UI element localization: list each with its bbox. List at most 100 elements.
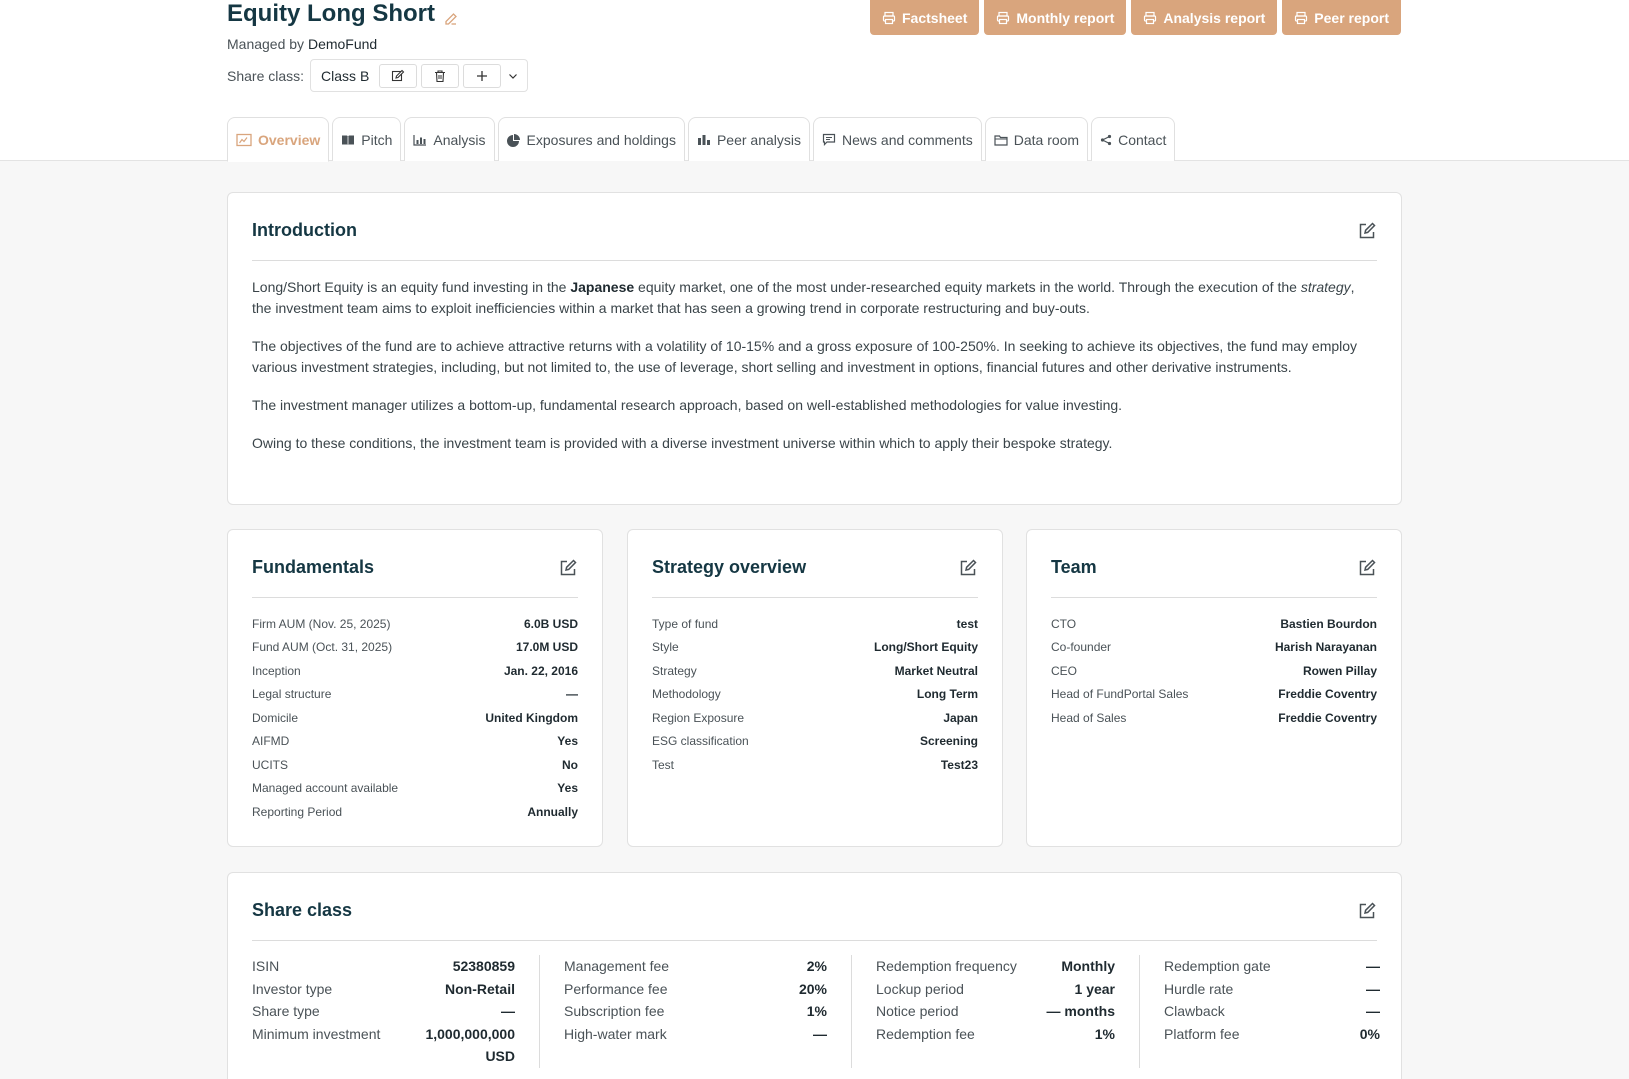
card-header: Fundamentals bbox=[252, 554, 578, 598]
manager-link[interactable]: DemoFund bbox=[308, 36, 377, 52]
edit-title-icon[interactable] bbox=[443, 6, 459, 25]
share-icon bbox=[1100, 134, 1112, 145]
share-class-column: ISIN 52380859 Investor type Non-Retail Sha… bbox=[252, 955, 540, 1068]
printer-icon bbox=[1295, 11, 1308, 24]
field-value: — bbox=[813, 1025, 827, 1042]
intro-text: equity market, one of the most under-res… bbox=[634, 279, 1301, 295]
field-label: UCITS bbox=[252, 757, 288, 772]
list-item: Reporting Period Annually bbox=[252, 800, 578, 824]
tab-overview[interactable]: Overview bbox=[227, 117, 330, 162]
edit-icon[interactable] bbox=[958, 558, 978, 578]
list-item: High-water mark — bbox=[564, 1023, 827, 1046]
field-label: CTO bbox=[1051, 616, 1077, 631]
monthly-report-label: Monthly report bbox=[1016, 9, 1115, 26]
field-label: Management fee bbox=[564, 958, 670, 974]
field-label: Inception bbox=[252, 663, 301, 678]
field-label: Hurdle rate bbox=[1164, 980, 1234, 997]
list-item: Test Test23 bbox=[652, 753, 978, 777]
share-class-column: Redemption gate — Hurdle rate — Clawback — … bbox=[1164, 955, 1404, 1068]
field-label: Style bbox=[652, 640, 679, 655]
list-item: Legal structure — bbox=[252, 683, 578, 707]
field-label: Head of Sales bbox=[1051, 710, 1127, 725]
field-value: 1% bbox=[1094, 1025, 1115, 1042]
tab-analysis[interactable]: Analysis bbox=[404, 117, 495, 161]
field-value: 17.0M USD bbox=[515, 640, 578, 655]
share-class-column: Redemption frequency Monthly Lockup perio… bbox=[876, 955, 1140, 1068]
edit-icon[interactable] bbox=[1357, 558, 1377, 578]
list-item: Co-founder Harish Narayanan bbox=[1051, 636, 1377, 660]
field-label: Region Exposure bbox=[652, 710, 745, 725]
field-value: Bastien Bourdon bbox=[1280, 616, 1377, 631]
tab-label: Data room bbox=[1013, 131, 1080, 148]
printer-icon bbox=[997, 11, 1010, 24]
list-item: Lockup period 1 year bbox=[876, 978, 1115, 1001]
page-title-row: Equity Long Short bbox=[227, 0, 459, 28]
card-title: Fundamentals bbox=[252, 557, 375, 577]
tab-data-room[interactable]: Data room bbox=[984, 117, 1089, 161]
intro-paragraph: The investment manager utilizes a bottom… bbox=[252, 397, 1123, 413]
list-item: Performance fee 20% bbox=[564, 978, 827, 1001]
tab-exposures[interactable]: Exposures and holdings bbox=[497, 117, 685, 161]
field-value: Freddie Coventry bbox=[1278, 687, 1377, 702]
peer-report-button[interactable]: Peer report bbox=[1282, 0, 1401, 35]
tab-label: News and comments bbox=[842, 131, 973, 148]
field-value: Market Neutral bbox=[894, 663, 978, 678]
edit-icon[interactable] bbox=[1357, 221, 1377, 241]
share-class-dropdown[interactable]: Class B bbox=[310, 59, 529, 92]
field-label: Type of fund bbox=[652, 616, 719, 631]
field-label: Domicile bbox=[252, 710, 299, 725]
peer-report-label: Peer report bbox=[1314, 9, 1389, 26]
list-item: Redemption fee 1% bbox=[876, 1023, 1115, 1046]
add-share-class-button[interactable] bbox=[463, 63, 502, 88]
chevron-down-icon[interactable] bbox=[505, 64, 521, 88]
list-item: Share type — bbox=[252, 1000, 515, 1023]
field-label: High-water mark bbox=[564, 1025, 667, 1042]
delete-share-class-button[interactable] bbox=[421, 63, 460, 88]
tab-news[interactable]: News and comments bbox=[813, 117, 982, 161]
page-header: Equity Long Short Managed by DemoFund Sh… bbox=[0, 0, 1629, 162]
share-class-selector: Share class: Class B bbox=[227, 59, 529, 92]
strategy-overview-card: Strategy overview Type of fund test Style… bbox=[627, 529, 1003, 847]
field-label: Co-founder bbox=[1051, 640, 1112, 655]
field-value: 20% bbox=[798, 980, 827, 997]
list-item: Management fee 2% bbox=[564, 955, 827, 978]
field-value: — bbox=[1366, 980, 1380, 997]
tab-peer-analysis[interactable]: Peer analysis bbox=[687, 117, 811, 161]
list-item: Redemption frequency Monthly bbox=[876, 955, 1115, 978]
list-item: Head of Sales Freddie Coventry bbox=[1051, 706, 1377, 730]
tab-contact[interactable]: Contact bbox=[1091, 117, 1176, 161]
share-class-card: Share class ISIN 52380859 Investor type No… bbox=[227, 872, 1402, 1079]
field-value: — months bbox=[1046, 1003, 1115, 1019]
list-item: Managed account available Yes bbox=[252, 777, 578, 801]
card-header: Share class bbox=[252, 897, 1377, 941]
field-label: Redemption fee bbox=[876, 1025, 975, 1042]
comment-icon bbox=[822, 133, 836, 146]
list-item: Head of FundPortal Sales Freddie Coventry bbox=[1051, 683, 1377, 707]
field-value: 1% bbox=[806, 1003, 827, 1019]
list-item: Redemption gate — bbox=[1164, 955, 1380, 978]
list-item: ISIN 52380859 bbox=[252, 955, 515, 978]
fundamentals-list: Firm AUM (Nov. 25, 2025) 6.0B USD Fund AU… bbox=[252, 612, 578, 824]
edit-icon[interactable] bbox=[558, 558, 578, 578]
list-item: Strategy Market Neutral bbox=[652, 659, 978, 683]
field-label: Redemption gate bbox=[1164, 958, 1271, 974]
share-class-value[interactable]: Class B bbox=[321, 68, 369, 84]
list-item: UCITS No bbox=[252, 753, 578, 777]
tab-label: Exposures and holdings bbox=[526, 131, 676, 148]
share-class-column: Management fee 2% Performance fee 20% Subs… bbox=[564, 955, 852, 1068]
analysis-report-button[interactable]: Analysis report bbox=[1131, 0, 1278, 35]
monthly-report-button[interactable]: Monthly report bbox=[984, 0, 1127, 35]
edit-share-class-button[interactable] bbox=[379, 63, 418, 88]
intro-paragraph: Long/Short Equity is an equity fund inve… bbox=[252, 277, 1377, 319]
introduction-text: Long/Short Equity is an equity fund inve… bbox=[252, 277, 1377, 471]
field-label: Lockup period bbox=[876, 980, 964, 997]
intro-text: Long/Short Equity is an equity fund inve… bbox=[252, 279, 571, 295]
field-value: Test23 bbox=[940, 757, 978, 772]
field-label: Managed account available bbox=[252, 781, 399, 796]
team-card: Team CTO Bastien Bourdon Co-founder Harish… bbox=[1026, 529, 1402, 847]
edit-icon[interactable] bbox=[1357, 901, 1377, 921]
factsheet-button[interactable]: Factsheet bbox=[870, 0, 980, 35]
tab-pitch[interactable]: Pitch bbox=[332, 117, 402, 161]
list-item: CTO Bastien Bourdon bbox=[1051, 612, 1377, 636]
printer-icon bbox=[1144, 11, 1157, 24]
